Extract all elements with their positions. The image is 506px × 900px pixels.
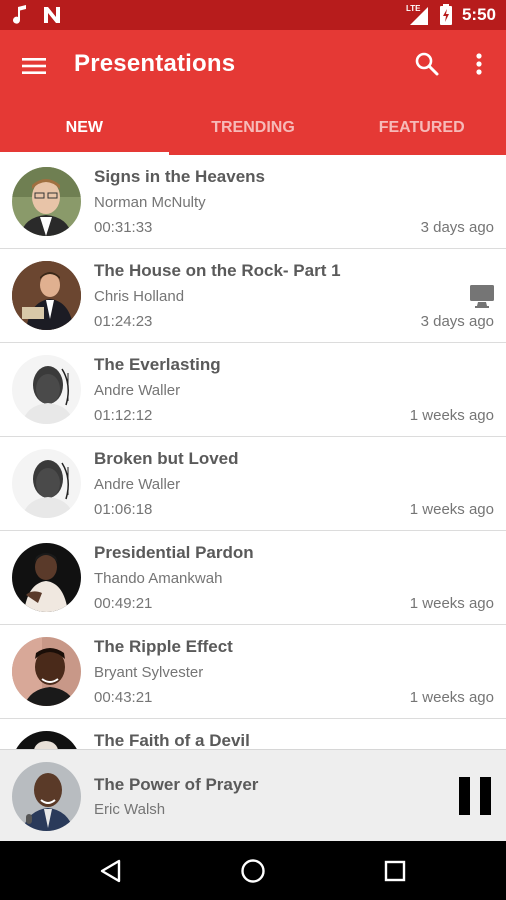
presentation-title: Broken but Loved [94,449,239,468]
status-time: 5:50 [461,4,496,24]
page-title: Presentations [74,50,236,77]
speaker-name: Bryant Sylvester [94,664,204,681]
battery-charging-icon [439,4,452,25]
presentation-title: Signs in the Heavens [94,167,265,186]
duration: 00:43:21 [94,689,153,706]
recents-icon[interactable] [381,857,409,885]
list-item[interactable]: The Everlasting Andre Waller 01:12:12 1 … [0,343,506,437]
presentation-title: The Faith of a Devil [94,731,250,749]
posted-date: 1 weeks ago [409,501,494,518]
speaker-avatar [12,543,81,612]
speaker-avatar [12,261,81,330]
now-playing-bar[interactable]: The Power of Prayer Eric Walsh [0,749,506,841]
tab-trending[interactable]: TRENDING [169,112,338,155]
app-bar: Presentations NEW TRENDING FEATURED [0,30,506,155]
presentation-title: The Everlasting [94,355,221,374]
speaker-name: Norman McNulty [94,194,206,211]
n-notification-icon [42,5,62,25]
list-item[interactable]: The Faith of a Devil [0,719,506,749]
music-note-icon [12,5,28,25]
duration: 01:24:23 [94,313,153,330]
speaker-avatar [12,355,81,424]
speaker-name: Andre Waller [94,382,181,399]
speaker-avatar [12,731,81,749]
now-playing-title: The Power of Prayer [94,775,259,794]
presentation-title: Presidential Pardon [94,543,254,562]
presentation-title: The House on the Rock- Part 1 [94,261,341,280]
pause-icon[interactable] [458,776,492,816]
search-icon[interactable] [414,51,440,77]
speaker-avatar [12,762,81,831]
list-item[interactable]: Signs in the Heavens Norman McNulty 00:3… [0,155,506,249]
home-icon[interactable] [239,857,267,885]
back-icon[interactable] [97,857,125,885]
desktop-icon [469,283,495,309]
speaker-name: Chris Holland [94,288,185,305]
signal-icon: LTE [405,3,430,25]
tab-featured[interactable]: FEATURED [337,112,506,155]
menu-icon[interactable] [20,52,48,80]
speaker-avatar [12,167,81,236]
duration: 00:31:33 [94,219,153,236]
duration: 01:12:12 [94,407,153,424]
list-item[interactable]: Presidential Pardon Thando Amankwah 00:4… [0,531,506,625]
list-item[interactable]: The Ripple Effect Bryant Sylvester 00:43… [0,625,506,719]
tab-bar: NEW TRENDING FEATURED [0,112,506,155]
list-item[interactable]: Broken but Loved Andre Waller 01:06:18 1… [0,437,506,531]
posted-date: 1 weeks ago [409,689,494,706]
posted-date: 3 days ago [420,313,494,330]
tab-new[interactable]: NEW [0,112,169,155]
speaker-avatar [12,637,81,706]
speaker-name: Thando Amankwah [94,570,223,587]
presentation-title: The Ripple Effect [94,637,233,656]
presentation-list: Signs in the Heavens Norman McNulty 00:3… [0,155,506,749]
posted-date: 1 weeks ago [409,595,494,612]
duration: 00:49:21 [94,595,153,612]
duration: 01:06:18 [94,501,153,518]
list-item[interactable]: The House on the Rock- Part 1 Chris Holl… [0,249,506,343]
more-vert-icon[interactable] [470,50,488,78]
posted-date: 3 days ago [420,219,494,236]
navigation-bar [0,841,506,900]
posted-date: 1 weeks ago [409,407,494,424]
speaker-name: Andre Waller [94,476,181,493]
speaker-avatar [12,449,81,518]
network-label: LTE [405,3,421,13]
status-bar: LTE 5:50 [0,0,506,30]
now-playing-speaker: Eric Walsh [94,801,166,818]
